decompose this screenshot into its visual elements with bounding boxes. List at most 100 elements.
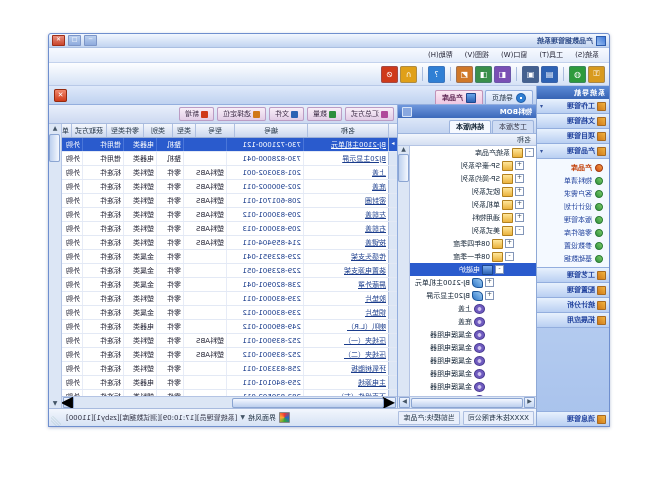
- maximize-button[interactable]: □: [68, 35, 81, 46]
- sidebar-item-物料清单[interactable]: 物料清单: [537, 174, 609, 187]
- tab-产品库[interactable]: 产品库: [435, 90, 483, 104]
- tree-node-通用物料[interactable]: +通用物料: [410, 211, 536, 224]
- table-row[interactable]: 底盖202-900002-011塑料ABS零件塑料类标准件外购条: [62, 180, 397, 194]
- scroll-left-icon[interactable]: ◀: [385, 397, 396, 408]
- sidebar-item-messages[interactable]: 消息管理: [537, 411, 609, 426]
- tree-hscroll-thumb[interactable]: [411, 398, 523, 408]
- table-row[interactable]: 传感头支架229-823951-041零件金属类标准件外购条: [62, 250, 397, 264]
- stop-icon[interactable]: ⊘: [381, 66, 398, 83]
- title-bar[interactable]: 产品数据管理系统 ─ □ ✕: [49, 34, 609, 48]
- table-row[interactable]: ▸BJ-2100主机单元730-721000-121整机电器类借用件外购套: [62, 138, 397, 152]
- tree-node-BJ-2100主机单元[interactable]: +BJ-2100主机单元: [410, 276, 536, 289]
- column-header-类型[interactable]: 类型: [172, 124, 195, 137]
- monitor-icon[interactable]: ▣: [522, 66, 539, 83]
- menu-item[interactable]: 系统(S): [569, 49, 605, 61]
- column-header-编号[interactable]: 编号: [234, 124, 307, 137]
- button-选择定位[interactable]: 选择定位: [217, 107, 266, 121]
- tree-node-底盖[interactable]: 底盖: [410, 315, 536, 328]
- menu-item[interactable]: 工具(T): [533, 49, 569, 61]
- tree-node-上盖[interactable]: 上盖: [410, 302, 536, 315]
- sidebar-item-客户需求[interactable]: 客户需求: [537, 187, 609, 200]
- resize-grip[interactable]: [51, 416, 61, 426]
- column-header-型号[interactable]: 型号: [195, 124, 234, 137]
- table-row[interactable]: 装置电源支架229-823901-051零件金属类标准件外购条: [62, 264, 397, 278]
- table-row[interactable]: 胶垫片239-830001-011零件塑料类标准件外购条: [62, 292, 397, 306]
- tree-node-金属膜电阻器[interactable]: 金属膜电阻器: [410, 341, 536, 354]
- menu-item[interactable]: 窗口(W): [495, 49, 533, 61]
- lock-icon[interactable]: ∩: [400, 66, 417, 83]
- grid-scroll-thumb[interactable]: [50, 134, 61, 162]
- expand-box-icon[interactable]: +: [505, 239, 514, 248]
- button-汇总方式[interactable]: 汇总方式: [345, 107, 394, 121]
- scroll-up-icon[interactable]: ▲: [401, 146, 406, 153]
- sidebar-group-配置管理[interactable]: 配置管理: [537, 283, 609, 298]
- version-tab-工艺版本[interactable]: 工艺版本: [492, 120, 534, 133]
- sidebar-item-产品库[interactable]: 产品库: [537, 161, 609, 174]
- table-row[interactable]: 右前盖209-830001-013塑料ABS零件塑料类标准件外购条: [62, 222, 397, 236]
- sidebar-group-项目管理[interactable]: 项目管理: [537, 129, 609, 144]
- table-row[interactable]: 密封圈208-601701-011塑料ABS零件塑料类标准件外购条: [62, 194, 397, 208]
- column-header-获取方式[interactable]: 获取方式: [71, 124, 106, 137]
- tree-node-金属膜电阻器[interactable]: 金属膜电阻器: [410, 393, 536, 396]
- column-header-类别[interactable]: 类别: [143, 124, 172, 137]
- tree-node-金属膜电阻器[interactable]: 金属膜电阻器: [410, 367, 536, 380]
- tree-node-金属膜电阻器[interactable]: 金属膜电阻器: [410, 380, 536, 393]
- expand-box-icon[interactable]: +: [515, 213, 524, 222]
- menu-item[interactable]: 帮助(H): [422, 49, 459, 61]
- table-row[interactable]: 按键盖214-859404-011塑料ABS零件塑料类标准件外购条: [62, 236, 397, 250]
- tree-node-电磁炉[interactable]: -电磁炉: [410, 263, 536, 276]
- sidebar-group-文档管理[interactable]: 文档管理: [537, 114, 609, 129]
- tree-scroll-thumb[interactable]: [398, 154, 409, 182]
- tree-node-美式系列[interactable]: -美式系列: [410, 224, 536, 237]
- column-header-零件类型[interactable]: 零件类型: [106, 124, 143, 137]
- expand-box-icon[interactable]: +: [515, 174, 524, 183]
- scroll-right-icon[interactable]: ▶: [63, 397, 74, 408]
- table-row[interactable]: 压线夹（一）252-839001-011塑料ABS零件塑料类标准件外购条: [62, 334, 397, 348]
- menu-item[interactable]: 视图(V): [459, 49, 495, 61]
- sidebar-item-版本管理[interactable]: 版本管理: [537, 213, 609, 226]
- minimize-button[interactable]: ─: [84, 35, 97, 46]
- picture1-icon[interactable]: ◧: [494, 66, 511, 83]
- table-row[interactable]: 喇叭（L.R）249-890001-012零件电器类标准件外购条: [62, 320, 397, 334]
- sidebar-item-基础数据[interactable]: 基础数据: [537, 252, 609, 265]
- tree-vertical-scrollbar[interactable]: ▲: [398, 146, 410, 396]
- table-row[interactable]: 主电源线259-840101-011零件电器类标准件外购条: [62, 376, 397, 390]
- sidebar-group-拓展应用[interactable]: 拓展应用: [537, 313, 609, 328]
- scroll-left-icon[interactable]: ◀: [524, 397, 535, 408]
- tree-node-SP-简约系列[interactable]: +SP-简约系列: [410, 172, 536, 185]
- tree-node-系统产品库[interactable]: -系统产品库: [410, 146, 536, 159]
- tree-node-金属膜电阻器[interactable]: 金属膜电阻器: [410, 328, 536, 341]
- table-row[interactable]: BJ20主显示屏730-828000-041整机电器类借用件外购套: [62, 152, 397, 166]
- tree-node-08年四季度[interactable]: +08年四季度: [410, 237, 536, 250]
- expand-box-icon[interactable]: +: [515, 200, 524, 209]
- table-row[interactable]: 铜垫片239-830001-012零件金属类标准件外购条: [62, 306, 397, 320]
- tree-node-BJ20主显示屏[interactable]: +BJ20主显示屏: [410, 289, 536, 302]
- sidebar-group-工作管理[interactable]: 工作管理▾: [537, 99, 609, 114]
- sidebar-item-设计计划[interactable]: 设计计划: [537, 200, 609, 213]
- expand-box-icon[interactable]: +: [515, 161, 524, 170]
- sidebar-group-工艺管理[interactable]: 工艺管理: [537, 268, 609, 283]
- tree-horizontal-scrollbar[interactable]: ◀ ▶: [398, 396, 536, 408]
- scroll-up-icon[interactable]: ▲: [53, 125, 58, 132]
- grid-vertical-scrollbar[interactable]: ▲ ▼: [49, 124, 62, 408]
- expand-box-icon[interactable]: -: [525, 148, 534, 157]
- skin-label[interactable]: 界面风格: [248, 413, 276, 423]
- column-header-名称[interactable]: 名称: [307, 124, 388, 137]
- sidebar-item-零部件库[interactable]: 零部件库: [537, 226, 609, 239]
- book-icon[interactable]: ▤: [541, 66, 558, 83]
- column-header-单位[interactable]: 单位: [62, 124, 71, 137]
- expand-box-icon[interactable]: -: [505, 252, 514, 261]
- tree-node-SP-豪华系列[interactable]: +SP-豪华系列: [410, 159, 536, 172]
- tab-导航页[interactable]: 导航页: [485, 90, 533, 104]
- scroll-right-icon[interactable]: ▶: [399, 397, 410, 408]
- sidebar-group-统计分析[interactable]: 统计分析: [537, 298, 609, 313]
- table-row[interactable]: 屏蔽外罩238-820901-041零件金属类标准件外购条: [62, 278, 397, 292]
- sidebar-item-参数设置[interactable]: 参数设置: [537, 239, 609, 252]
- tab-close-icon[interactable]: ✕: [54, 89, 67, 102]
- sidebar-group-产品管理[interactable]: 产品管理▾: [537, 144, 609, 159]
- key-icon[interactable]: ⚿: [588, 66, 605, 83]
- grid-hscroll-thumb[interactable]: [232, 398, 384, 408]
- table-row[interactable]: 左前盖209-830001-012塑料ABS零件塑料类标准件外购条: [62, 208, 397, 222]
- table-row[interactable]: 上盖201-830302-001塑料ABS零件塑料类标准件外购条: [62, 166, 397, 180]
- scroll-down-icon[interactable]: ▼: [53, 400, 58, 407]
